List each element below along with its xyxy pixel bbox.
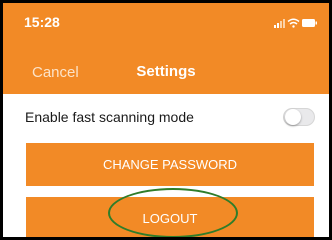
toggle-knob — [285, 109, 301, 125]
phone-screen: 15:28 Cancel Settings Enable fast scanni… — [0, 0, 332, 240]
logout-button[interactable]: LOGOUT — [26, 197, 314, 237]
nav-bar: Cancel Settings — [3, 39, 329, 94]
wifi-icon — [287, 18, 300, 28]
change-password-button[interactable]: CHANGE PASSWORD — [26, 143, 314, 186]
status-bar: 15:28 — [3, 3, 329, 39]
fast-scan-label: Enable fast scanning mode — [25, 109, 194, 125]
signal-icon — [274, 19, 285, 28]
status-time: 15:28 — [24, 14, 60, 30]
status-icons — [274, 18, 317, 28]
page-title: Settings — [136, 63, 196, 80]
fast-scan-toggle[interactable] — [283, 108, 315, 126]
battery-icon — [302, 19, 317, 27]
setting-row-fast-scan: Enable fast scanning mode — [3, 94, 329, 140]
